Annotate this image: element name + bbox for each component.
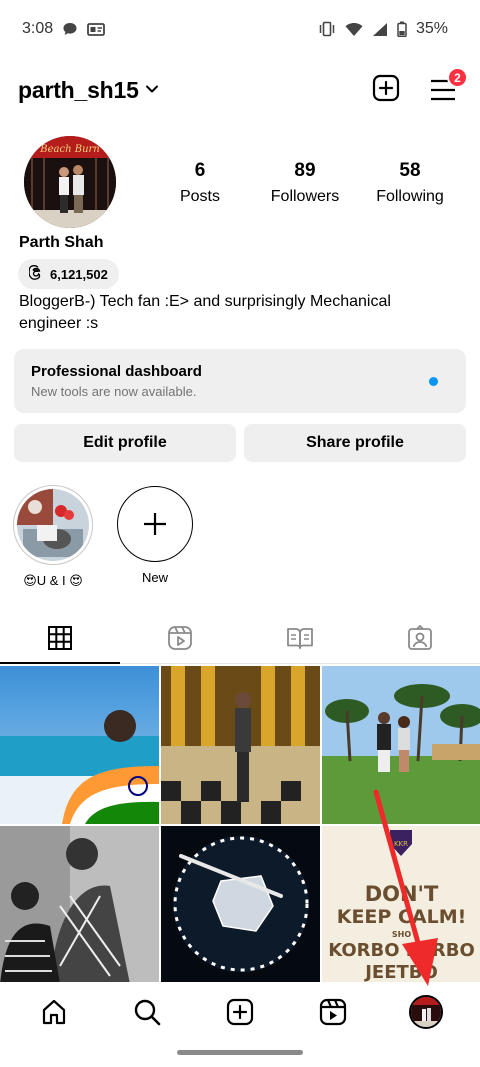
bottom-navigation: [0, 982, 480, 1042]
home-icon: [43, 999, 66, 1025]
stat-value: 58: [399, 160, 421, 181]
post-thumbnail[interactable]: [0, 666, 159, 824]
poster-line: SHO: [391, 930, 412, 939]
plus-icon: [144, 513, 166, 535]
create-icon: [226, 998, 254, 1026]
battery-icon: [397, 21, 407, 37]
stat-label: Followers: [270, 188, 340, 205]
professional-dashboard[interactable]: Professional dashboard New tools are now…: [14, 349, 466, 413]
share-profile-button[interactable]: Share profile: [244, 424, 466, 462]
highlight-label: New: [141, 570, 168, 585]
status-bar: 3:08 35%: [0, 0, 480, 58]
signal-icon: [372, 22, 388, 37]
clock: 3:08: [22, 20, 54, 37]
chevron-down-icon: [145, 81, 159, 99]
story-highlights: 😍U & I 😍 New: [13, 485, 195, 589]
stat-label: Following: [376, 188, 444, 205]
highlight-label: 😍U & I 😍: [23, 573, 83, 588]
profile-tabs: [0, 612, 480, 664]
post-thumbnail[interactable]: [161, 826, 320, 984]
home-indicator[interactable]: [177, 1050, 303, 1055]
tab-guides[interactable]: [240, 612, 360, 663]
battery-percent: 35%: [415, 20, 448, 37]
profile-header: parth_sh15 2: [0, 66, 480, 114]
menu-button[interactable]: 2: [430, 67, 468, 101]
poster-line: KEEP CALM!: [336, 906, 467, 928]
username: parth_sh15: [18, 76, 139, 103]
search-icon: [134, 999, 161, 1026]
nav-reels[interactable]: [303, 998, 363, 1026]
nav-create[interactable]: [210, 998, 270, 1026]
nav-home[interactable]: [24, 998, 84, 1026]
post-thumbnail[interactable]: KKR DON'T KEEP CALM! SHO KORBO LORBO JEE…: [322, 826, 480, 984]
threads-badge[interactable]: 6,121,502: [18, 259, 119, 289]
dashboard-title: Professional dashboard: [31, 363, 202, 380]
profile-avatar: [408, 995, 443, 1029]
stat-following[interactable]: 58 Following: [360, 160, 460, 206]
dashboard-subtitle: New tools are now available.: [31, 384, 197, 399]
stat-followers[interactable]: 89 Followers: [255, 160, 355, 206]
profile-stats: 6 Posts 89 Followers 58 Following: [150, 160, 460, 206]
svg-text:Beach Burn: Beach Burn: [39, 144, 99, 155]
vibrate-icon: [318, 21, 336, 37]
posts-grid: KKR DON'T KEEP CALM! SHO KORBO LORBO JEE…: [0, 666, 480, 984]
tab-tagged[interactable]: [360, 612, 480, 663]
notification-badge: 2: [447, 67, 468, 88]
poster-line: JEETBO: [365, 962, 438, 983]
highlight-cover: [17, 489, 89, 561]
display-name: Parth Shah: [19, 234, 104, 251]
nav-search[interactable]: [117, 998, 177, 1026]
edit-profile-button[interactable]: Edit profile: [14, 424, 236, 462]
poster-line: DON'T: [364, 882, 439, 906]
reels-icon: [168, 625, 192, 650]
stat-label: Posts: [179, 188, 220, 205]
post-thumbnail[interactable]: [322, 666, 480, 824]
nav-profile[interactable]: [396, 995, 456, 1029]
id-card-icon: [87, 22, 106, 36]
bio: BloggerB-) Tech fan :E> and surprisingly…: [19, 293, 391, 332]
threads-icon: [28, 264, 44, 283]
wifi-icon: [345, 22, 363, 37]
new-indicator-dot: [429, 377, 438, 386]
new-highlight-circle[interactable]: [117, 486, 193, 562]
poster-line: KORBO LORBO: [328, 940, 475, 961]
stat-posts[interactable]: 6 Posts: [150, 160, 250, 206]
profile-avatar[interactable]: Beach Burn: [24, 136, 116, 228]
guides-icon: [287, 627, 313, 649]
post-thumbnail[interactable]: [161, 666, 320, 824]
add-post-icon[interactable]: [372, 74, 400, 107]
grid-icon: [48, 625, 72, 650]
post-thumbnail[interactable]: [0, 826, 159, 984]
account-switcher[interactable]: parth_sh15: [18, 77, 159, 104]
reels-icon: [319, 998, 346, 1026]
highlight-item[interactable]: 😍U & I 😍: [13, 485, 93, 589]
stat-value: 6: [194, 160, 206, 181]
svg-text:KKR: KKR: [394, 840, 408, 848]
new-highlight[interactable]: New: [115, 485, 195, 589]
tab-reels[interactable]: [120, 612, 240, 663]
threads-count: 6,121,502: [50, 266, 108, 282]
stat-value: 89: [294, 160, 316, 181]
chat-bubble-icon: [62, 21, 78, 37]
tab-posts[interactable]: [0, 612, 120, 664]
tagged-icon: [408, 624, 432, 650]
